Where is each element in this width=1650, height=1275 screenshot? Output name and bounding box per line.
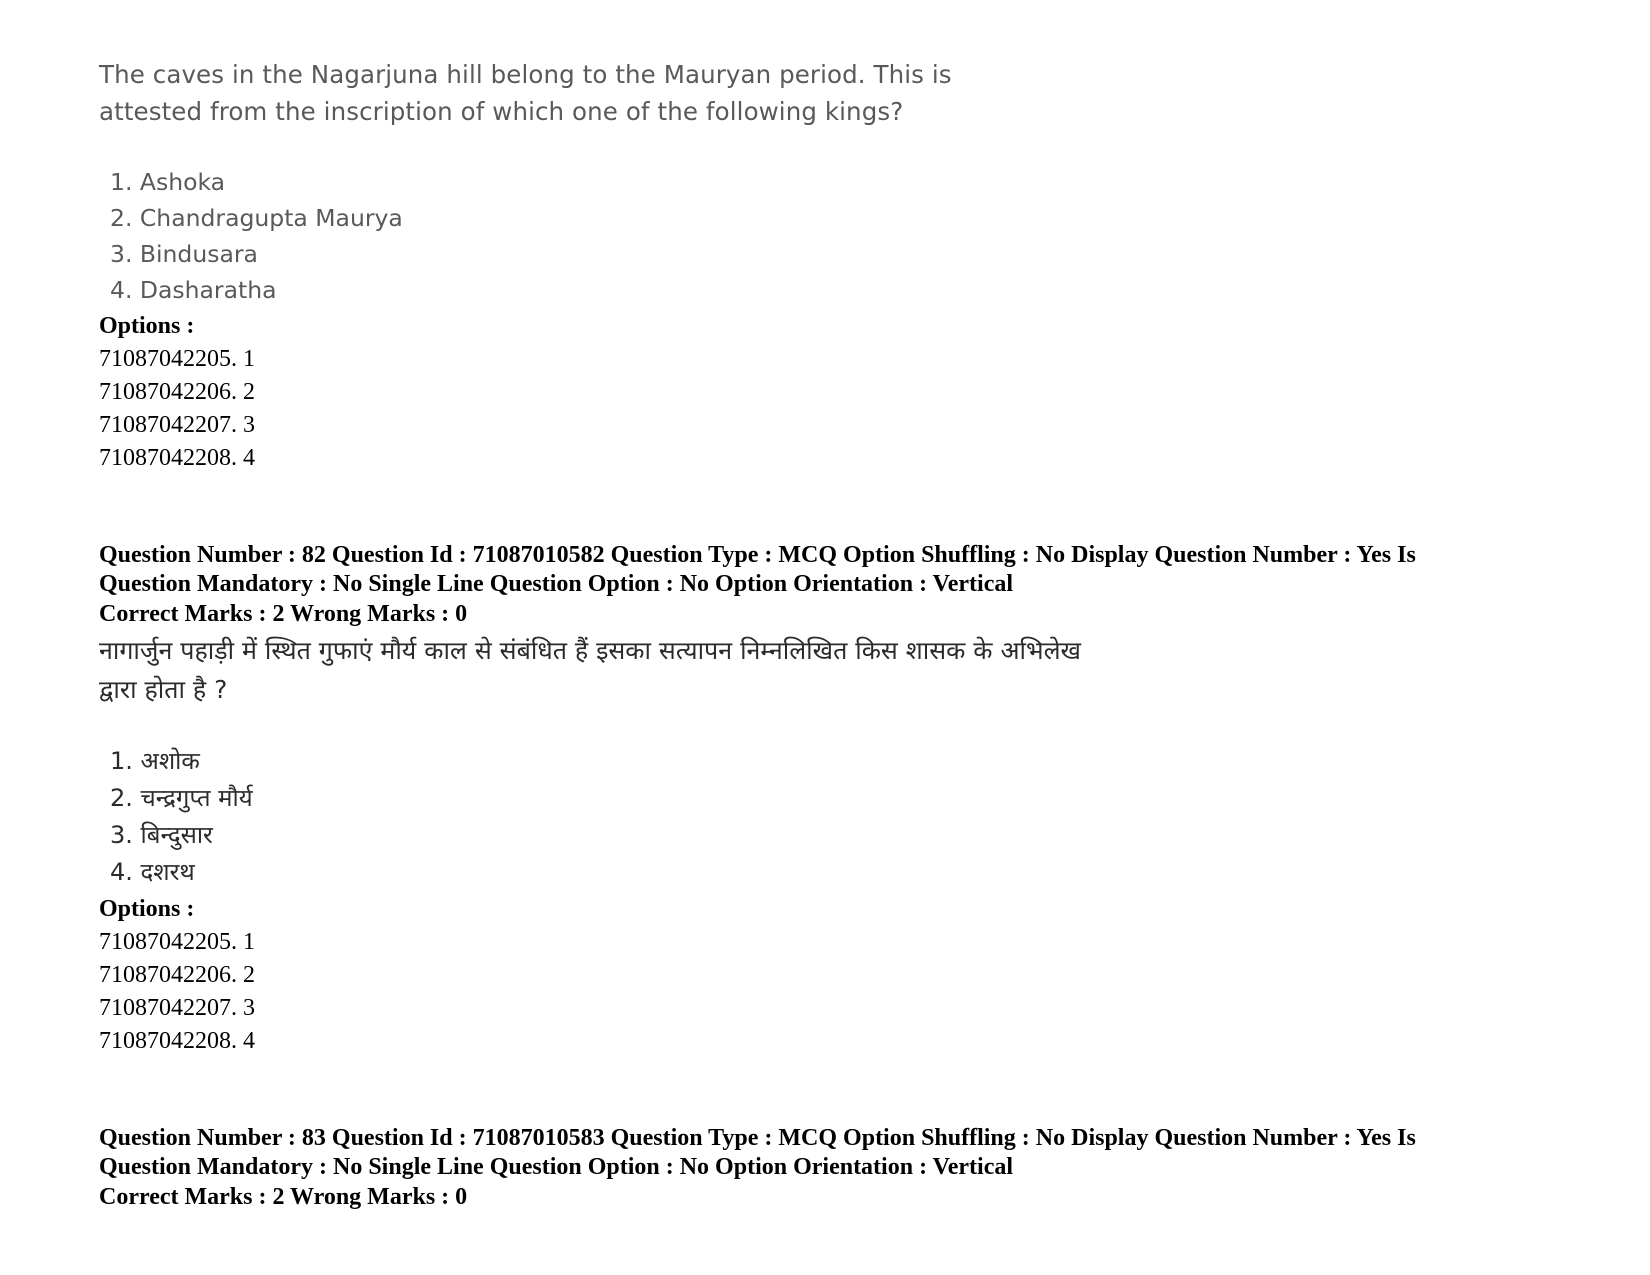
options-label-english: Options : <box>99 313 195 339</box>
choice-item[interactable]: 4. Dasharatha <box>99 272 1439 308</box>
question-metadata-83: Question Number : 83 Question Id : 71087… <box>99 1125 1416 1180</box>
choice-item[interactable]: 3. बिन्दुसार <box>99 817 1439 854</box>
question-stem-hindi: नागार्जुन पहाड़ी में स्थित गुफाएं मौर्य … <box>99 631 1109 709</box>
option-id-row: 71087042207. 3 <box>99 995 255 1021</box>
choice-list-english: 1. Ashoka 2. Chandragupta Maurya 3. Bind… <box>99 164 1439 308</box>
option-id-row: 71087042205. 1 <box>99 346 255 372</box>
options-label-hindi: Options : <box>99 896 195 922</box>
option-id-row: 71087042205. 1 <box>99 929 255 955</box>
option-id-list-hindi: 71087042205. 1 71087042206. 2 7108704220… <box>99 926 1439 1058</box>
question-marks-83: Correct Marks : 2 Wrong Marks : 0 <box>99 1184 468 1210</box>
option-id-list-english: 71087042205. 1 71087042206. 2 7108704220… <box>99 343 1439 475</box>
option-id-row: 71087042208. 4 <box>99 445 255 471</box>
choice-item[interactable]: 3. Bindusara <box>99 236 1439 272</box>
option-id-row: 71087042206. 2 <box>99 379 255 405</box>
question-stem-english: The caves in the Nagarjuna hill belong t… <box>99 60 952 126</box>
choice-item[interactable]: 4. दशरथ <box>99 854 1439 891</box>
choice-item[interactable]: 2. चन्द्रगुप्त मौर्य <box>99 780 1439 817</box>
question-metadata-82: Question Number : 82 Question Id : 71087… <box>99 542 1416 597</box>
page-content: The caves in the Nagarjuna hill belong t… <box>99 56 1439 1214</box>
exam-question-page: The caves in the Nagarjuna hill belong t… <box>0 0 1650 1275</box>
question-stem-hindi-line1: नागार्जुन पहाड़ी में स्थित गुफाएं मौर्य … <box>99 636 1082 665</box>
question-marks-82: Correct Marks : 2 Wrong Marks : 0 <box>99 601 468 627</box>
option-id-row: 71087042206. 2 <box>99 962 255 988</box>
choice-item[interactable]: 1. अशोक <box>99 743 1439 780</box>
option-id-row: 71087042207. 3 <box>99 412 255 438</box>
question-stem-hindi-line2: द्वारा होता है ? <box>99 675 228 704</box>
choice-list-hindi: 1. अशोक 2. चन्द्रगुप्त मौर्य 3. बिन्दुसा… <box>99 743 1439 891</box>
choice-item[interactable]: 2. Chandragupta Maurya <box>99 200 1439 236</box>
choice-item[interactable]: 1. Ashoka <box>99 164 1439 200</box>
option-id-row: 71087042208. 4 <box>99 1028 255 1054</box>
